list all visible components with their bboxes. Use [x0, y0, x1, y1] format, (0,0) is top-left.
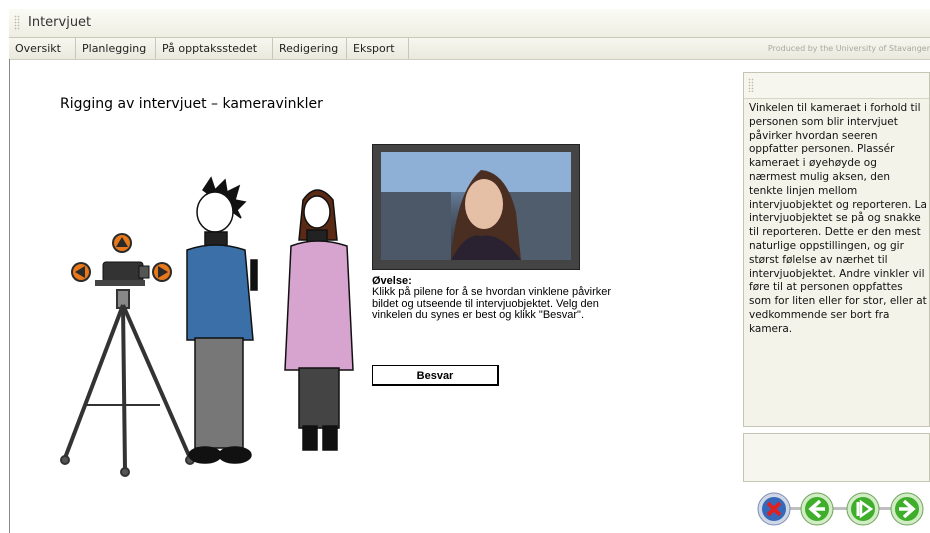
- content-border: [9, 59, 10, 533]
- interview-illustration: [60, 176, 354, 477]
- exercise-instructions: Klikk på pilene for å se hvordan vinklen…: [372, 286, 612, 321]
- reporter-figure: [186, 176, 258, 464]
- close-icon[interactable]: [757, 492, 791, 526]
- interviewee-figure: [284, 189, 354, 451]
- menu-item-pa-opptaksstedet[interactable]: På opptaksstedet: [156, 38, 273, 59]
- woman-portrait-image: [381, 152, 571, 260]
- camera-preview-image: [381, 152, 571, 260]
- info-panel-header: [744, 73, 929, 99]
- page-title: Rigging av intervjuet – kameravinkler: [60, 96, 323, 112]
- menu-item-oversikt[interactable]: Oversikt: [9, 38, 76, 59]
- back-icon[interactable]: [800, 492, 834, 526]
- menu-bar: Oversikt Planlegging På opptaksstedet Re…: [9, 38, 930, 60]
- answer-button[interactable]: Besvar: [372, 365, 499, 386]
- credit-text: Produced by the University of Stavanger: [767, 44, 930, 53]
- window-titlebar: Intervjuet: [9, 9, 930, 38]
- info-panel-text: Vinkelen til kameraet i forhold til pers…: [749, 102, 927, 335]
- menu-item-planlegging[interactable]: Planlegging: [76, 38, 156, 59]
- grip-icon: [748, 78, 754, 92]
- arrow-up-icon[interactable]: [111, 232, 133, 254]
- arrow-left-icon[interactable]: [70, 261, 92, 283]
- video-camera-icon: [95, 261, 150, 286]
- tripod-icon: [60, 289, 195, 477]
- forward-icon[interactable]: [890, 492, 924, 526]
- info-panel: Vinkelen til kameraet i forhold til pers…: [743, 72, 930, 427]
- grip-icon: [14, 15, 20, 31]
- arrow-right-icon[interactable]: [151, 261, 173, 283]
- window-title: Intervjuet: [28, 15, 92, 30]
- play-icon[interactable]: [846, 492, 880, 526]
- info-panel-secondary: [743, 433, 930, 482]
- menu-item-eksport[interactable]: Eksport: [347, 38, 409, 59]
- menu-item-redigering[interactable]: Redigering: [273, 38, 347, 59]
